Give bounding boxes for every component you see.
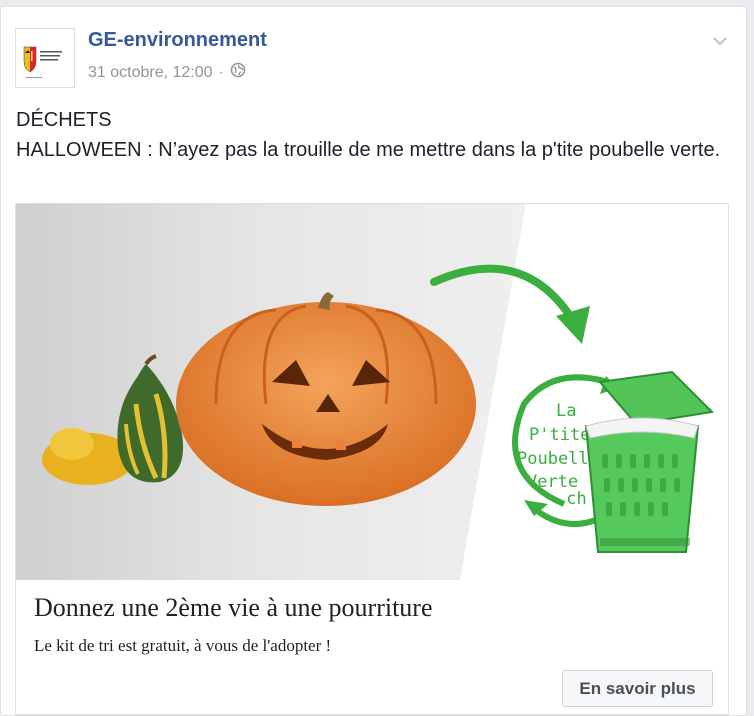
globe-icon[interactable] xyxy=(230,62,246,83)
post-text: DÉCHETS HALLOWEEN : N’ayez pas la trouil… xyxy=(16,105,736,165)
geneva-logo xyxy=(16,29,74,87)
post-meta: 31 octobre, 12:00 · xyxy=(88,62,246,83)
meta-separator: · xyxy=(218,63,224,81)
page-name-link[interactable]: GE-environnement xyxy=(88,29,267,52)
post-text-line1: DÉCHETS xyxy=(16,109,112,131)
page-avatar[interactable] xyxy=(15,28,75,88)
post-card: GE-environnement 31 octobre, 12:00 · DÉC… xyxy=(0,6,747,716)
link-title[interactable]: Donnez une 2ème vie à une pourriture xyxy=(34,593,433,623)
logo-text-ch: .ch xyxy=(556,489,587,509)
post-timestamp[interactable]: 31 octobre, 12:00 xyxy=(88,64,213,82)
logo-text-poubelle: Poubelle xyxy=(517,449,599,469)
logo-text-ptite: P'tite xyxy=(529,425,590,445)
link-description: Le kit de tri est gratuit, à vous de l'a… xyxy=(34,636,332,655)
link-attachment[interactable]: La P'tite Poubelle Verte .ch Donnez une … xyxy=(15,203,729,715)
chevron-down-icon[interactable] xyxy=(710,31,730,51)
post-text-line2: HALLOWEEN : N’ayez pas la trouille de me… xyxy=(16,139,721,161)
learn-more-button[interactable]: En savoir plus xyxy=(562,670,713,707)
logo-text-la: La xyxy=(556,401,576,421)
attachment-image[interactable]: La P'tite Poubelle Verte .ch xyxy=(16,204,728,580)
